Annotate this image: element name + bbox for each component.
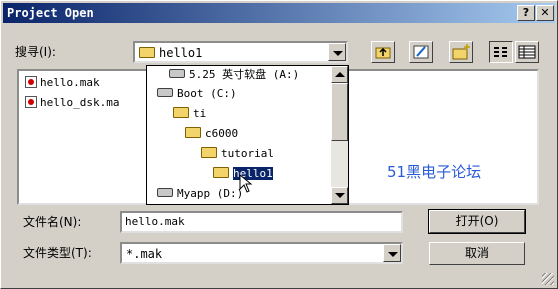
floppy-drive-icon — [169, 69, 185, 78]
watermark: 51黑电子论坛 — [387, 163, 482, 181]
file-icon — [25, 96, 37, 108]
mouse-cursor-icon — [239, 174, 253, 193]
list-view-icon — [494, 47, 507, 57]
scroll-down-arrow[interactable] — [331, 187, 348, 204]
resize-grip[interactable] — [542, 273, 554, 285]
hard-drive-icon — [157, 88, 173, 97]
details-view-button[interactable] — [515, 41, 539, 63]
dropdown-item[interactable]: tutorial — [201, 145, 276, 164]
scroll-up-arrow[interactable] — [331, 66, 348, 83]
folder-icon — [185, 127, 201, 138]
folder-icon — [201, 147, 217, 158]
title-bar: Project Open — [3, 3, 555, 23]
file-item[interactable]: hello_dsk.ma — [25, 95, 119, 111]
new-folder-icon — [452, 44, 470, 60]
file-icon — [25, 76, 37, 88]
open-button[interactable]: 打开(O) — [428, 209, 526, 234]
up-one-level-button[interactable] — [371, 41, 395, 63]
search-label: 搜寻(I): — [15, 45, 56, 59]
filename-input[interactable]: hello.mak — [120, 211, 403, 233]
dropdown-item[interactable]: Boot (C:) — [157, 85, 239, 104]
look-in-combo[interactable]: hello1 — [133, 41, 348, 63]
new-folder-button[interactable] — [449, 41, 473, 63]
chevron-down-icon[interactable] — [328, 43, 346, 61]
hard-drive-icon — [157, 188, 173, 197]
edit-icon — [413, 45, 429, 59]
close-button[interactable]: ✕ — [536, 5, 554, 21]
cancel-button[interactable]: 取消 — [429, 242, 525, 265]
look-in-value: hello1 — [159, 46, 203, 60]
help-button[interactable]: ? — [517, 5, 535, 21]
list-view-button[interactable] — [489, 41, 513, 63]
dropdown-item[interactable]: Myapp (D:) — [157, 185, 245, 204]
open-folder-icon — [213, 167, 229, 178]
dropdown-scrollbar[interactable] — [331, 66, 348, 204]
scroll-thumb[interactable] — [331, 83, 348, 141]
window-title: Project Open — [7, 6, 94, 20]
dropdown-item[interactable]: ti — [173, 105, 208, 124]
filename-label: 文件名(N): — [23, 215, 82, 229]
chevron-down-icon[interactable] — [383, 244, 401, 262]
folder-icon — [173, 107, 189, 118]
filetype-value: *.mak — [126, 247, 163, 261]
project-open-dialog: Project Open ? ✕ 搜寻(I): hello1 hello.mak… — [0, 0, 558, 289]
open-folder-icon — [139, 47, 155, 58]
dropdown-item[interactable]: c6000 — [185, 125, 240, 144]
filetype-combo[interactable]: *.mak — [120, 242, 403, 264]
details-view-icon — [518, 45, 536, 59]
filetype-label: 文件类型(T): — [23, 246, 92, 260]
file-item[interactable]: hello.mak — [25, 75, 100, 91]
desktop-button[interactable] — [409, 41, 433, 63]
dropdown-item[interactable]: 5.25 英寸软盘 (A:) — [169, 66, 301, 85]
up-folder-icon — [375, 47, 391, 59]
look-in-dropdown-list[interactable]: 5.25 英寸软盘 (A:) Boot (C:) ti c6000 tutori… — [146, 65, 349, 205]
